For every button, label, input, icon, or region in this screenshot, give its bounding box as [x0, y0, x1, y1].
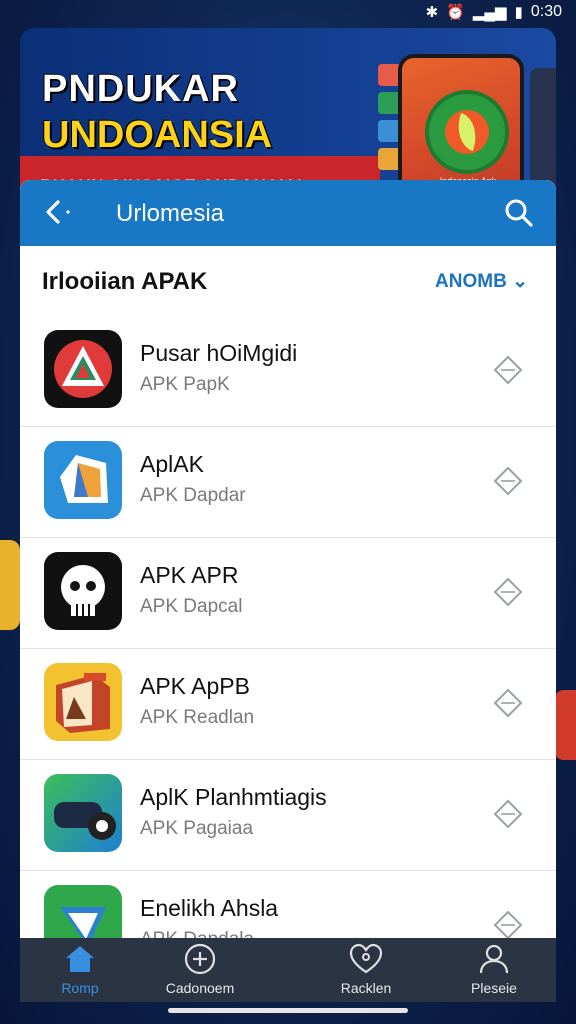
- app-subtitle: APK Pagaiaa: [140, 818, 254, 839]
- app-title: Enelikh Ahsla: [140, 895, 279, 921]
- banner-logo-icon: [425, 90, 509, 174]
- app-bar-title: Urlomesia: [116, 200, 225, 227]
- nav-item-home[interactable]: Romp: [20, 942, 140, 1000]
- background-decoration: [554, 690, 576, 760]
- search-icon[interactable]: [502, 196, 536, 230]
- profile-icon: [479, 944, 509, 974]
- list-item[interactable]: APK ApPB APK Readlan: [20, 649, 556, 760]
- download-diamond-icon[interactable]: [492, 909, 524, 940]
- home-indicator[interactable]: [168, 1008, 408, 1013]
- alarm-icon: ⏰: [446, 4, 465, 21]
- skull-app-icon: [44, 552, 122, 630]
- app-subtitle: APK Readlan: [140, 707, 255, 728]
- list-item[interactable]: Enelikh Ahsla APK Dapdala: [20, 871, 556, 940]
- app-subtitle: APK Dapcal: [140, 596, 243, 617]
- heart-icon: [349, 943, 383, 974]
- app-title: APK ApPB: [140, 673, 250, 699]
- section-header: Irlooiian APAK ANOMB ⌄: [20, 246, 556, 316]
- sort-label: ANOMB: [435, 271, 507, 292]
- chevron-down-icon: ⌄: [512, 271, 528, 292]
- download-diamond-icon[interactable]: [492, 354, 524, 386]
- list-item[interactable]: AplK Planhmtiagis APK Pagaiaa: [20, 760, 556, 871]
- banner-headline-2: UNDOANSIA: [42, 114, 273, 156]
- promo-banner[interactable]: PNDUKAR UNDOANSIA BKAUN OIUSAIGE ONDANAI…: [20, 28, 556, 188]
- banner-headline: PNDUKAR: [42, 68, 239, 110]
- bluetooth-icon: ✱: [425, 4, 439, 21]
- list-item[interactable]: AplAK APK Dapdar: [20, 427, 556, 538]
- app-subtitle: APK Dapdar: [140, 485, 246, 506]
- nav-item-favorites[interactable]: Racklen: [306, 942, 426, 1000]
- vr-headset-app-icon: [44, 774, 122, 852]
- nav-item-profile[interactable]: Pleseie: [434, 942, 554, 1000]
- nav-label: Romp: [61, 980, 99, 996]
- plus-circle-icon: [184, 943, 216, 975]
- sort-dropdown[interactable]: ANOMB ⌄: [435, 270, 528, 293]
- app-title: Pusar hOiMgidi: [140, 340, 298, 366]
- nav-label: Pleseie: [471, 980, 517, 996]
- nav-item-download[interactable]: Cadonoem: [140, 942, 260, 1000]
- app-title: AplK Planhmtiagis: [140, 784, 327, 810]
- download-diamond-icon[interactable]: [492, 798, 524, 830]
- download-diamond-icon[interactable]: [492, 465, 524, 497]
- status-bar: ✱ ⏰ ▂▄▆ ▮ 0:30: [0, 0, 576, 26]
- red-triangle-app-icon: [44, 330, 122, 408]
- list-item[interactable]: APK APR APK Dapcal: [20, 538, 556, 649]
- background-decoration: [0, 540, 20, 630]
- back-arrow-icon[interactable]: [36, 194, 72, 230]
- green-app-icon: [44, 885, 122, 940]
- section-title: Irlooiian APAK: [42, 268, 208, 295]
- signal-icon: ▂▄▆: [472, 4, 507, 21]
- download-diamond-icon[interactable]: [492, 576, 524, 608]
- app-list: Pusar hOiMgidi APK PapK AplAK APK Dapdar: [20, 316, 556, 940]
- nav-label: Cadonoem: [165, 980, 235, 996]
- app-list-card: Urlomesia Irlooiian APAK ANOMB ⌄ Pusar h…: [20, 180, 556, 940]
- banner-phone-image-2: [530, 68, 556, 188]
- blue-polygon-app-icon: [44, 441, 122, 519]
- bottom-navigation: Romp Cadonoem Racklen Pleseie: [20, 938, 556, 1002]
- home-icon: [66, 946, 94, 972]
- battery-icon: ▮: [514, 4, 523, 21]
- nav-label: Racklen: [340, 980, 392, 996]
- app-subtitle: APK PapK: [140, 374, 230, 395]
- status-time: 0:30: [530, 3, 562, 20]
- app-title: APK APR: [140, 562, 239, 588]
- app-bar: Urlomesia: [20, 180, 556, 246]
- app-title: AplAK: [140, 451, 204, 477]
- list-item[interactable]: Pusar hOiMgidi APK PapK: [20, 316, 556, 427]
- download-diamond-icon[interactable]: [492, 687, 524, 719]
- book-app-icon: [44, 663, 122, 741]
